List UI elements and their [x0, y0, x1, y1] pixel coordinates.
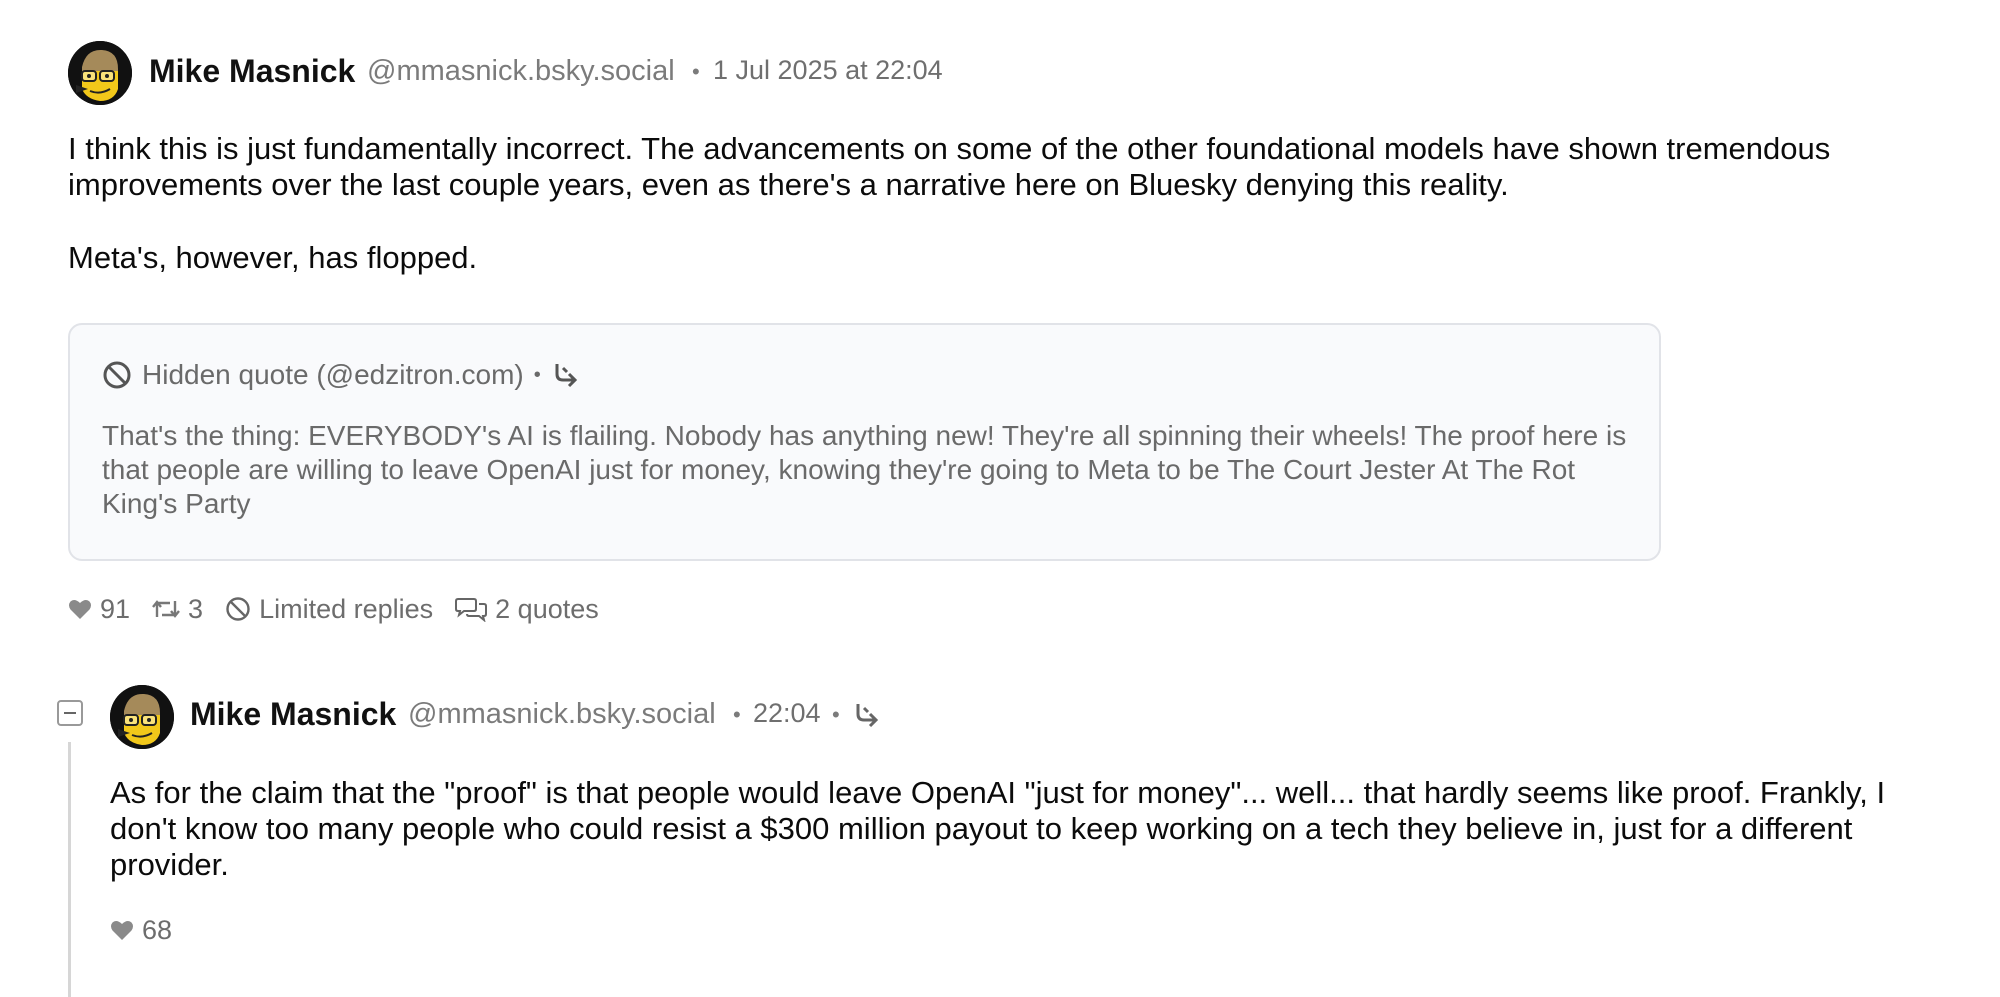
reply-stats: 68: [110, 910, 194, 950]
hidden-quote-label: Hidden quote (@edzitron.com): [142, 359, 524, 390]
post-paragraph-2: Meta's, however, has flopped.: [68, 240, 478, 275]
author-avatar[interactable]: [68, 41, 132, 105]
separator-dot: •: [832, 702, 840, 727]
quotes-label: 2 quotes: [495, 593, 599, 624]
reply-author-name[interactable]: Mike Masnick: [190, 696, 396, 733]
author-name[interactable]: Mike Masnick: [149, 53, 355, 90]
limited-replies-label: Limited replies: [259, 593, 434, 624]
separator-dot: •: [692, 59, 700, 84]
reply-author-avatar[interactable]: [110, 685, 174, 749]
blocked-icon: [102, 360, 132, 390]
quotes-stat[interactable]: 2 quotes: [455, 594, 599, 625]
reply-text: As for the claim that the "proof" is tha…: [110, 775, 1886, 882]
repost-count: 3: [188, 593, 204, 624]
collapse-thread-button[interactable]: [57, 700, 83, 726]
heart-icon: [68, 598, 92, 620]
quote-text: That's the thing: EVERYBODY's AI is flai…: [102, 420, 1627, 519]
post-timestamp[interactable]: 1 Jul 2025 at 22:04: [713, 55, 943, 86]
blocked-icon: [225, 596, 251, 622]
limited-replies-stat[interactable]: Limited replies: [225, 594, 433, 625]
author-handle[interactable]: @mmasnick.bsky.social: [367, 55, 675, 88]
like-stat[interactable]: 91: [68, 594, 130, 625]
separator-dot: •: [733, 702, 741, 727]
hidden-quote-card[interactable]: Hidden quote (@edzitron.com) • That's th…: [68, 323, 1661, 561]
open-thread-icon[interactable]: [551, 360, 581, 390]
like-count: 68: [142, 914, 173, 945]
quote-bubbles-icon: [455, 596, 488, 622]
open-thread-icon[interactable]: [852, 700, 882, 735]
heart-icon: [110, 919, 134, 941]
separator-dot: •: [533, 363, 541, 386]
cartoon-avatar-icon: [68, 41, 132, 105]
thread-line[interactable]: [68, 742, 71, 997]
quote-header: Hidden quote (@edzitron.com) •: [102, 355, 581, 395]
reply-author-handle[interactable]: @mmasnick.bsky.social: [408, 698, 716, 731]
post-stats: 91 3 Limited replies 2 quotes: [68, 589, 621, 629]
post-paragraph-1: I think this is just fundamentally incor…: [68, 131, 1831, 202]
like-stat[interactable]: 68: [110, 915, 172, 946]
repost-stat[interactable]: 3: [152, 594, 203, 625]
cartoon-avatar-icon: [110, 685, 174, 749]
like-count: 91: [100, 593, 131, 624]
repost-icon: [152, 597, 180, 621]
reply-timestamp[interactable]: 22:04: [753, 698, 821, 729]
